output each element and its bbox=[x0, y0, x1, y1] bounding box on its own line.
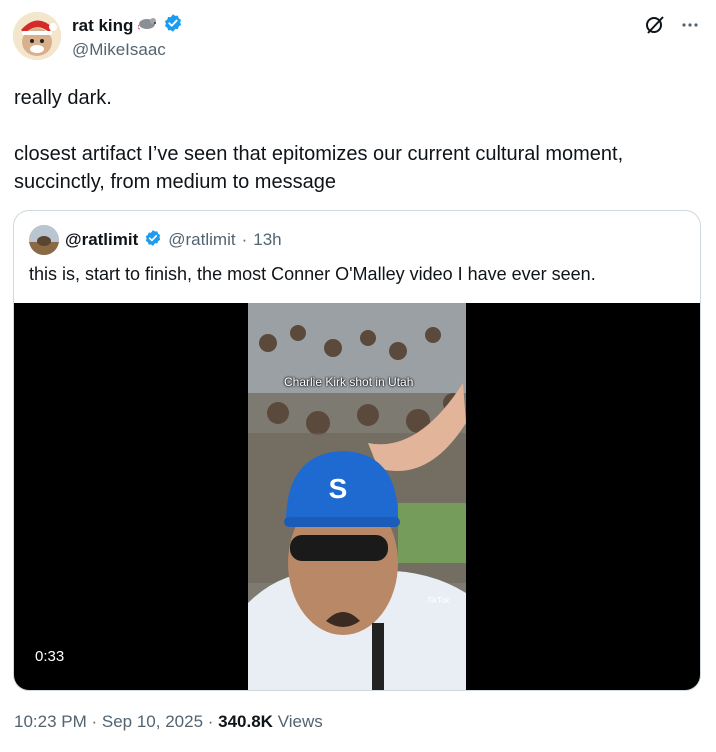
views-count: 340.8K bbox=[218, 712, 273, 731]
svg-text:S: S bbox=[329, 473, 348, 504]
more-icon[interactable] bbox=[680, 15, 700, 40]
quoted-separator: · bbox=[241, 230, 248, 249]
grok-icon[interactable] bbox=[644, 14, 666, 41]
tweet-text: really dark. closest artifact I’ve seen … bbox=[14, 87, 624, 193]
video-frame: S TikTok Charlie Kirk shot in Utah bbox=[248, 303, 466, 690]
quoted-text: this is, start to finish, the most Conne… bbox=[29, 264, 596, 284]
video-player[interactable]: S TikTok Charlie Kirk shot in Utah 0:33 bbox=[14, 303, 700, 690]
views-label: Views bbox=[272, 712, 323, 731]
video-caption: Charlie Kirk shot in Utah bbox=[284, 375, 414, 389]
quoted-timestamp[interactable]: 13h bbox=[253, 230, 281, 250]
tweet-time[interactable]: 10:23 PM bbox=[14, 712, 87, 731]
meta-separator: · bbox=[86, 712, 102, 731]
quoted-header: @ratlimit @ratlimit · 13h bbox=[29, 225, 282, 255]
author-display-name[interactable]: rat king bbox=[72, 16, 133, 36]
meta-separator: · bbox=[203, 712, 219, 731]
rat-emoji-icon bbox=[137, 16, 158, 35]
quoted-verified-badge-icon[interactable] bbox=[144, 229, 162, 252]
author-avatar[interactable] bbox=[13, 12, 61, 60]
tweet-date[interactable]: Sep 10, 2025 bbox=[102, 712, 203, 731]
quoted-tweet[interactable]: @ratlimit @ratlimit · 13h this is, start… bbox=[13, 210, 701, 691]
tweet-actions-top bbox=[644, 14, 700, 41]
author-handle[interactable]: @MikeIsaac bbox=[72, 40, 166, 60]
tweet-meta: 10:23 PM · Sep 10, 2025 · 340.8K Views bbox=[14, 712, 323, 732]
quoted-avatar[interactable] bbox=[29, 225, 59, 255]
author-name-row: rat king bbox=[72, 13, 183, 38]
tiktok-watermark: TikTok bbox=[427, 596, 451, 605]
video-duration-badge: 0:33 bbox=[26, 645, 74, 668]
quoted-display-name[interactable]: @ratlimit bbox=[65, 230, 138, 250]
quoted-handle[interactable]: @ratlimit bbox=[168, 230, 235, 250]
verified-badge-icon[interactable] bbox=[163, 13, 183, 38]
